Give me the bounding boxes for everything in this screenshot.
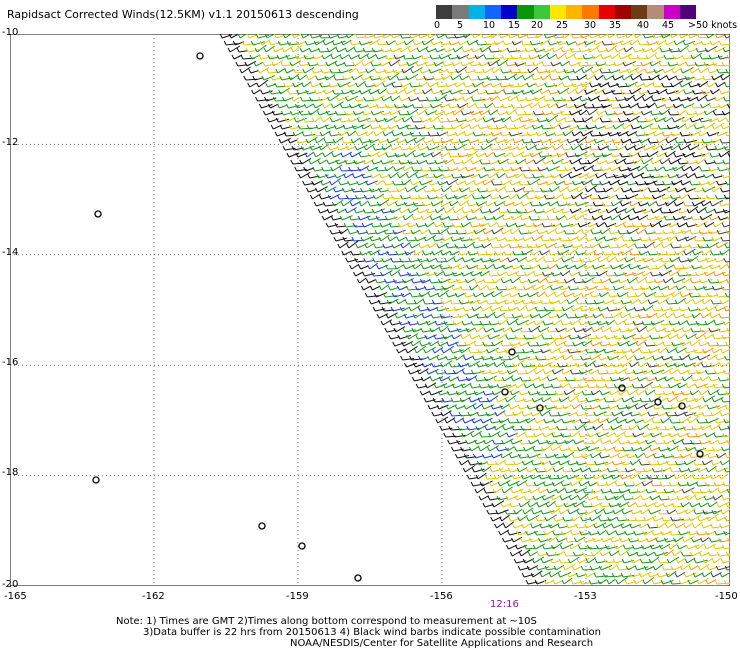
wind-barb <box>607 275 616 277</box>
wind-barb <box>286 134 295 137</box>
legend-swatch-2 <box>468 5 485 19</box>
legend-swatch-0 <box>436 5 453 19</box>
legend-label-30: 30 <box>584 20 597 31</box>
wind-barb <box>585 107 595 109</box>
legend-swatch-6 <box>533 5 550 19</box>
legend-label-35: 35 <box>609 20 622 31</box>
legend-label-40: 40 <box>637 20 650 31</box>
legend-label-5: 5 <box>457 20 464 31</box>
legend-swatch-10 <box>598 5 615 19</box>
wind-speed-color-legend <box>436 5 696 19</box>
legend-swatch-7 <box>549 5 566 19</box>
wind-barb <box>550 365 559 368</box>
map-title: Rapidsact Corrected Winds(12.5KM) v1.1 2… <box>7 8 359 21</box>
legend-label-20: 20 <box>531 20 544 31</box>
wind-barb <box>489 127 498 130</box>
wind-barb <box>540 218 549 221</box>
legend-label-15: 15 <box>508 20 521 31</box>
wind-barb <box>437 260 447 263</box>
wind-barb <box>557 282 567 284</box>
wind-barb <box>531 219 540 221</box>
wind-barb <box>470 79 480 81</box>
wind-barb <box>457 232 467 235</box>
legend-labels: 0 5 10 15 20 25 30 35 40 45 >50 knots <box>430 20 740 34</box>
legend-swatch-11 <box>614 5 631 19</box>
wind-barb <box>723 400 730 403</box>
wind-barb <box>504 316 515 319</box>
wind-barb <box>515 352 525 354</box>
wind-barb <box>529 345 539 347</box>
wind-map <box>10 34 730 586</box>
wind-barb <box>612 107 621 109</box>
wind-barb <box>401 260 411 263</box>
wind-barb <box>608 149 619 151</box>
legend-swatch-5 <box>517 5 534 19</box>
legend-label-25: 25 <box>556 20 569 31</box>
wind-barb <box>655 184 664 186</box>
wind-barb <box>412 135 422 137</box>
legend-label-50: >50 knots <box>688 20 738 31</box>
wind-barb <box>522 380 531 382</box>
legend-swatch-12 <box>631 5 648 19</box>
map-frame <box>10 34 730 586</box>
legend-swatch-14 <box>663 5 680 19</box>
legend-label-0: 0 <box>434 20 441 31</box>
wind-barb <box>440 120 450 123</box>
legend-swatch-1 <box>452 5 469 19</box>
wind-barb <box>648 268 658 270</box>
legend-label-45: 45 <box>662 20 675 31</box>
legend-swatch-4 <box>501 5 518 19</box>
wind-barb <box>638 57 648 60</box>
wind-barb <box>560 240 570 242</box>
wind-barb <box>634 386 644 389</box>
wind-barb <box>581 260 591 263</box>
wind-barb <box>709 344 720 347</box>
wind-barb <box>481 163 491 165</box>
wind-barb <box>567 316 578 319</box>
wind-barb <box>707 372 717 375</box>
wind-barb <box>495 379 505 382</box>
wind-barb <box>697 323 708 326</box>
legend-swatch-15 <box>679 5 696 19</box>
wind-barb <box>596 190 605 193</box>
wind-barb <box>440 169 450 172</box>
wind-barb <box>321 37 330 39</box>
wind-barb <box>550 415 561 417</box>
wind-barb <box>305 120 314 123</box>
wind-barb <box>510 86 520 88</box>
wind-barb <box>604 205 613 207</box>
legend-swatch-13 <box>647 5 664 19</box>
wind-barb <box>493 184 503 186</box>
wind-barb <box>537 358 547 361</box>
wind-barb <box>275 100 286 102</box>
legend-swatch-8 <box>566 5 583 19</box>
wind-barb <box>546 309 555 312</box>
legend-swatch-9 <box>582 5 599 19</box>
wind-barb <box>572 50 582 53</box>
legend-swatch-3 <box>484 5 501 19</box>
legend-label-10: 10 <box>483 20 496 31</box>
wind-barb <box>725 100 730 102</box>
wind-barb <box>582 408 592 410</box>
wind-barb <box>606 289 615 291</box>
wind-barb <box>407 303 417 305</box>
wind-barb <box>640 43 650 46</box>
